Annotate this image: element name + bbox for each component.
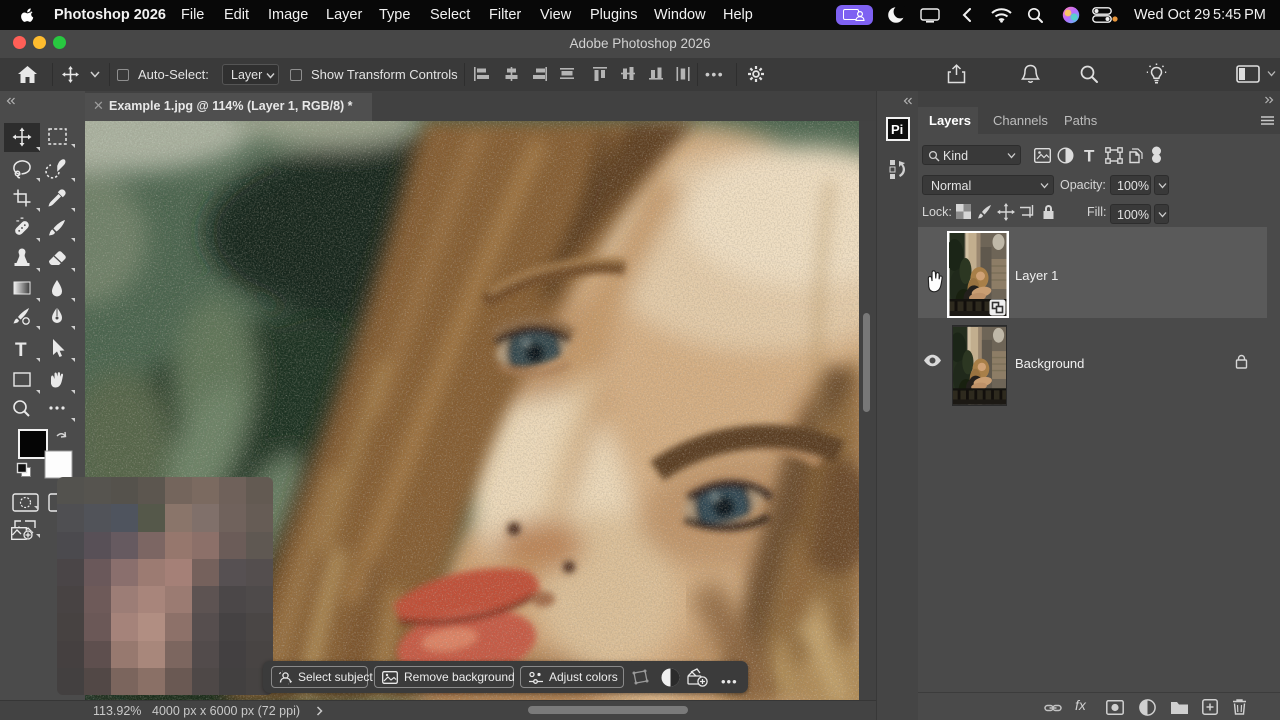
svg-text:Pi: Pi (891, 122, 903, 137)
svg-text:T: T (1084, 147, 1095, 166)
svg-text:T: T (15, 340, 27, 361)
